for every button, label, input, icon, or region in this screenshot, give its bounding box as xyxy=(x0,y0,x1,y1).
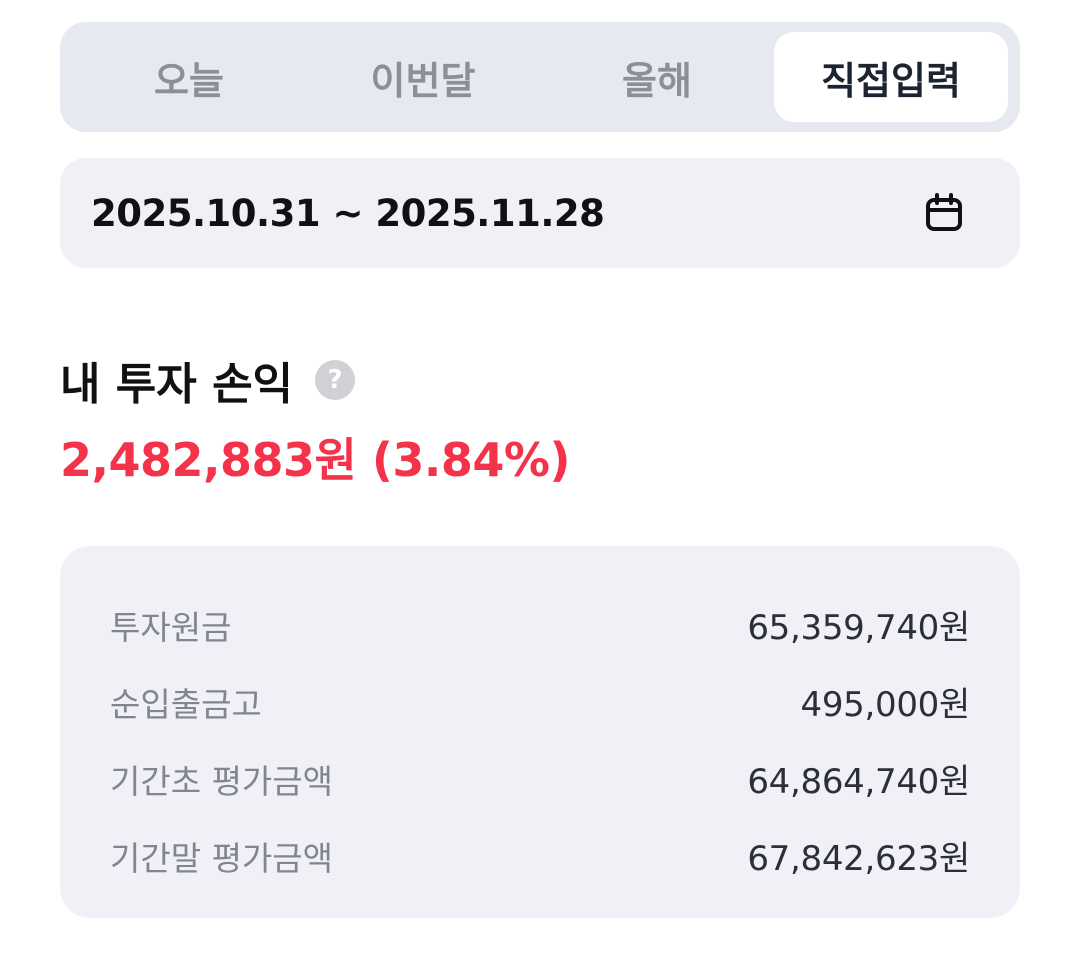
summary-row-end-valuation: 기간말 평가금액 67,842,623원 xyxy=(110,817,970,894)
calendar-icon[interactable] xyxy=(922,191,966,235)
summary-label: 순입출금고 xyxy=(110,684,262,724)
summary-card: 투자원금 65,359,740원 순입출금고 495,000원 기간초 평가금액… xyxy=(60,546,1020,918)
profit-value: 2,482,883원 (3.84%) xyxy=(60,433,570,487)
summary-value: 65,359,740원 xyxy=(747,608,970,648)
profit-header: 내 투자 손익 ? xyxy=(60,348,356,412)
profit-title: 내 투자 손익 xyxy=(60,359,294,410)
date-range-text: 2025.10.31 ~ 2025.11.28 xyxy=(91,191,605,235)
tab-today[interactable]: 오늘 xyxy=(72,32,306,122)
summary-value: 64,864,740원 xyxy=(747,762,970,802)
help-icon[interactable]: ? xyxy=(315,360,356,400)
summary-label: 기간초 평가금액 xyxy=(110,761,334,801)
summary-label: 투자원금 xyxy=(110,607,232,647)
tab-custom-input[interactable]: 직접입력 xyxy=(774,32,1008,122)
summary-row-net-flow: 순입출금고 495,000원 xyxy=(110,663,970,740)
tab-this-month[interactable]: 이번달 xyxy=(306,32,540,122)
summary-value: 67,842,623원 xyxy=(747,839,970,879)
summary-row-principal: 투자원금 65,359,740원 xyxy=(110,586,970,663)
period-tab-bar: 오늘 이번달 올해 직접입력 xyxy=(60,22,1020,132)
tab-this-year[interactable]: 올해 xyxy=(540,32,774,122)
date-range-selector[interactable]: 2025.10.31 ~ 2025.11.28 xyxy=(60,158,1020,268)
summary-value: 495,000원 xyxy=(800,685,971,725)
summary-row-start-valuation: 기간초 평가금액 64,864,740원 xyxy=(110,740,970,817)
summary-label: 기간말 평가금액 xyxy=(110,838,334,878)
